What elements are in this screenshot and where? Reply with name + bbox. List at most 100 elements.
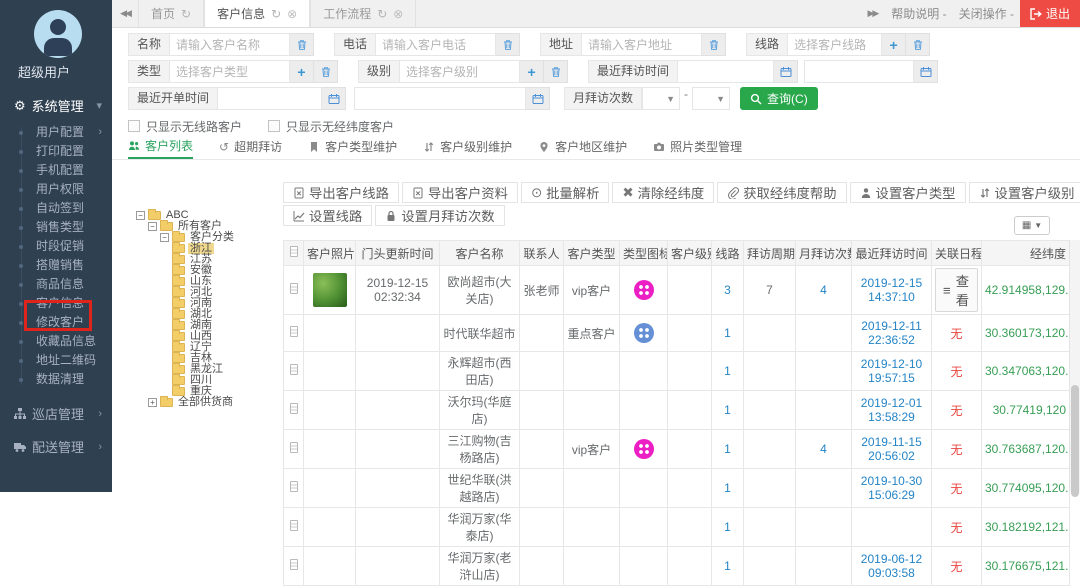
set-monthly-visits-button[interactable]: 设置月拜访次数 <box>375 205 504 226</box>
line-link[interactable]: 1 <box>724 559 731 573</box>
line-link[interactable]: 1 <box>724 442 731 456</box>
last-visit-link[interactable]: 2019-06-12 09:03:58 <box>861 552 922 580</box>
level-input[interactable] <box>400 60 520 83</box>
last-visit-from-input[interactable] <box>678 60 774 83</box>
col-schedule[interactable]: 关联日程 <box>932 241 982 266</box>
monthly-link[interactable]: 4 <box>820 442 827 456</box>
last-visit-link[interactable]: 2019-12-15 14:37:10 <box>861 276 922 304</box>
tree-expander-icon[interactable]: − <box>148 222 157 231</box>
last-order-from-input[interactable] <box>218 87 322 110</box>
scrollbar-thumb[interactable] <box>1071 385 1079 497</box>
clear-address-trash-icon[interactable] <box>702 33 726 56</box>
set-route-button[interactable]: 设置线路 <box>283 205 372 226</box>
tree-expander-icon[interactable]: − <box>160 233 169 242</box>
row-detail-icon[interactable] <box>290 283 298 294</box>
sidebar-item-edit-customer[interactable]: 修改客户 <box>0 313 112 332</box>
refresh-icon[interactable]: ↻ <box>271 7 281 21</box>
column-chooser-button[interactable]: ▦▼ <box>1014 216 1050 235</box>
row-detail-icon[interactable] <box>290 559 298 570</box>
query-button[interactable]: 查询(C) <box>740 87 818 110</box>
line-link[interactable]: 1 <box>724 364 731 378</box>
calendar-icon[interactable] <box>322 87 346 110</box>
add-level-icon[interactable]: + <box>520 60 544 83</box>
line-link[interactable]: 1 <box>724 481 731 495</box>
refresh-icon[interactable]: ↻ <box>181 7 191 21</box>
row-detail-icon[interactable] <box>290 481 298 492</box>
tree-node[interactable]: +全部供货商 <box>136 397 286 408</box>
clear-level-trash-icon[interactable] <box>544 60 568 83</box>
batch-parse-button[interactable]: ⊙批量解析 <box>521 182 609 203</box>
clear-name-trash-icon[interactable] <box>290 33 314 56</box>
logout-button[interactable]: 退出 <box>1020 0 1080 27</box>
col-line[interactable]: 线路 <box>712 241 744 266</box>
col-type-icon[interactable]: 类型图标 <box>620 241 668 266</box>
sidebar-item-user-config[interactable]: 用户配置 › <box>0 123 112 142</box>
last-visit-link[interactable]: 2019-11-15 20:56:02 <box>861 435 922 463</box>
address-input[interactable] <box>582 33 702 56</box>
line-link[interactable]: 1 <box>724 326 731 340</box>
close-icon[interactable]: ⊗ <box>287 7 297 21</box>
row-detail-icon[interactable] <box>290 326 298 337</box>
last-visit-link[interactable]: 2019-12-11 22:36:52 <box>861 319 922 347</box>
customer-photo[interactable] <box>313 273 347 307</box>
calendar-icon[interactable] <box>526 87 550 110</box>
coords-help-button[interactable]: 获取经纬度帮助 <box>717 182 846 203</box>
calendar-icon[interactable] <box>774 60 798 83</box>
refresh-icon[interactable]: ↻ <box>377 7 387 21</box>
monthly-link[interactable]: 4 <box>820 283 827 297</box>
last-visit-link[interactable]: 2019-10-30 15:06:29 <box>861 474 922 502</box>
export-routes-button[interactable]: 导出客户线路 <box>283 182 399 203</box>
set-customer-level-button[interactable]: 设置客户级别 <box>969 182 1080 203</box>
sidebar-item-time-promo[interactable]: 时段促销 <box>0 237 112 256</box>
clear-type-trash-icon[interactable] <box>314 60 338 83</box>
set-customer-type-button[interactable]: 设置客户类型 <box>850 182 966 203</box>
col-last-visit[interactable]: 最近拜访时间 <box>852 241 932 266</box>
clear-coords-button[interactable]: ✖清除经纬度 <box>612 182 714 203</box>
collapse-tabs-icon[interactable]: ◀◀ <box>112 0 138 27</box>
close-icon[interactable]: ⊗ <box>393 7 403 21</box>
export-customers-button[interactable]: 导出客户资料 <box>402 182 518 203</box>
sidebar-item-user-rights[interactable]: 用户权限 <box>0 180 112 199</box>
expand-tabs-icon[interactable]: ▶▶ <box>859 0 885 27</box>
sidebar-item-product-info[interactable]: 商品信息 <box>0 275 112 294</box>
line-link[interactable]: 1 <box>724 520 731 534</box>
route-input[interactable] <box>788 33 882 56</box>
last-visit-link[interactable]: 2019-12-10 19:57:15 <box>861 357 922 385</box>
monthly-visits-max-select[interactable]: ▼ <box>692 87 730 110</box>
help-link[interactable]: 帮助说明 - <box>885 0 952 27</box>
col-door-time[interactable]: 门头更新时间 <box>356 241 440 266</box>
calendar-icon[interactable] <box>914 60 938 83</box>
sidebar-item-sales-type[interactable]: 销售类型 <box>0 218 112 237</box>
tree-expander-icon[interactable]: − <box>136 211 145 220</box>
col-monthly[interactable]: 月拜访次数 <box>796 241 852 266</box>
checkbox-no-coords[interactable]: 只显示无经纬度客户 <box>268 118 394 135</box>
sidebar-section-delivery[interactable]: 配送管理 › <box>0 430 112 463</box>
window-tab-home[interactable]: 首页 ↻ <box>138 0 204 27</box>
last-visit-link[interactable]: 2019-12-01 13:58:29 <box>861 396 922 424</box>
sidebar-item-print-config[interactable]: 打印配置 <box>0 142 112 161</box>
monthly-visits-min-select[interactable]: ▼ <box>642 87 680 110</box>
row-detail-icon[interactable] <box>290 364 298 375</box>
col-level[interactable]: 客户级别 <box>668 241 712 266</box>
col-cycle[interactable]: 拜访周期 <box>744 241 796 266</box>
line-link[interactable]: 3 <box>724 283 731 297</box>
col-type[interactable]: 客户类型 <box>564 241 620 266</box>
window-tab-customer-info[interactable]: 客户信息 ↻ ⊗ <box>204 0 310 27</box>
col-coords[interactable]: 经纬度 <box>982 241 1070 266</box>
col-name[interactable]: 客户名称 <box>440 241 520 266</box>
sidebar-item-bundle-sales[interactable]: 搭赠销售 <box>0 256 112 275</box>
col-contact[interactable]: 联系人 <box>520 241 564 266</box>
add-type-icon[interactable]: + <box>290 60 314 83</box>
last-visit-to-input[interactable] <box>804 60 914 83</box>
user-avatar[interactable] <box>34 10 82 58</box>
checkbox-icon[interactable] <box>128 120 140 132</box>
sidebar-item-auto-checkin[interactable]: 自动签到 <box>0 199 112 218</box>
close-operations-link[interactable]: 关闭操作 - <box>953 0 1020 27</box>
row-detail-icon[interactable] <box>290 442 298 453</box>
view-schedule-button[interactable]: ≡查看 <box>935 268 978 312</box>
row-detail-icon[interactable] <box>290 520 298 531</box>
line-link[interactable]: 1 <box>724 403 731 417</box>
col-photo[interactable]: 客户照片 <box>304 241 356 266</box>
sidebar-section-patrol[interactable]: 巡店管理 › <box>0 397 112 430</box>
sidebar-item-phone-config[interactable]: 手机配置 <box>0 161 112 180</box>
